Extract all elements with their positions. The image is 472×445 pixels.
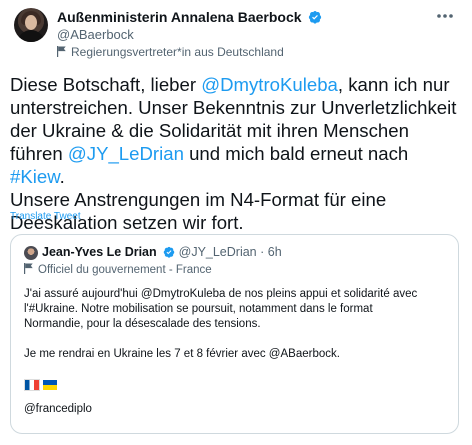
separator-dot: ·: [260, 245, 265, 259]
more-icon[interactable]: [433, 8, 457, 24]
verified-badge-icon: [163, 246, 175, 258]
ukraine-flag-icon: [43, 379, 57, 390]
flag-icon: [24, 263, 33, 274]
france-flag-icon: [24, 378, 40, 391]
verified-badge-icon: [309, 10, 322, 24]
author-avatar[interactable]: [14, 8, 48, 42]
quoted-tweet-text: J'ai assuré aujourd'hui @DmytroKuleba de…: [24, 288, 418, 360]
author-handle[interactable]: @ABaerbock: [57, 27, 134, 42]
quoted-author-avatar[interactable]: [24, 246, 38, 260]
quoted-tweet[interactable]: Jean-Yves Le Drian @JY_LeDrian · 6h Offi…: [10, 234, 459, 434]
quoted-author-name[interactable]: Jean-Yves Le Drian: [42, 245, 157, 259]
quoted-government-label-text: Officiel du gouvernement - France: [38, 264, 212, 276]
tweet-text-part: und mich bald erneut nach: [183, 143, 414, 164]
hashtag-kiew-link[interactable]: #Kiew: [10, 166, 60, 187]
quoted-author-header[interactable]: Jean-Yves Le Drian @JY_LeDrian · 6h: [42, 245, 282, 259]
mention-jyledrian-link[interactable]: @JY_LeDrian: [68, 143, 184, 164]
quoted-footer-mention: @francediplo: [24, 403, 92, 415]
quoted-author-handle[interactable]: @JY_LeDrian: [179, 245, 257, 259]
quoted-timestamp[interactable]: 6h: [268, 245, 282, 259]
government-label-text: Regierungsvertreter*in aus Deutschland: [71, 45, 284, 59]
author-name[interactable]: Außenministerin Annalena Baerbock: [57, 9, 322, 26]
flag-icon: [57, 46, 66, 57]
mention-dmytrokuleba-link[interactable]: @DmytroKuleba: [201, 74, 338, 95]
government-label: Regierungsvertreter*in aus Deutschland: [57, 45, 284, 59]
translate-tweet-link[interactable]: Translate Tweet: [10, 211, 81, 222]
quoted-government-label: Officiel du gouvernement - France: [24, 263, 212, 276]
tweet-text: Diese Botschaft, lieber @DmytroKuleba, k…: [10, 73, 466, 234]
author-name-text[interactable]: Außenministerin Annalena Baerbock: [57, 9, 302, 25]
quoted-flags: [24, 376, 60, 391]
tweet-text-part: Diese Botschaft, lieber: [10, 74, 202, 95]
tweet-text-part: . Unsere Anstrengungen im N4-Format für …: [10, 166, 387, 233]
